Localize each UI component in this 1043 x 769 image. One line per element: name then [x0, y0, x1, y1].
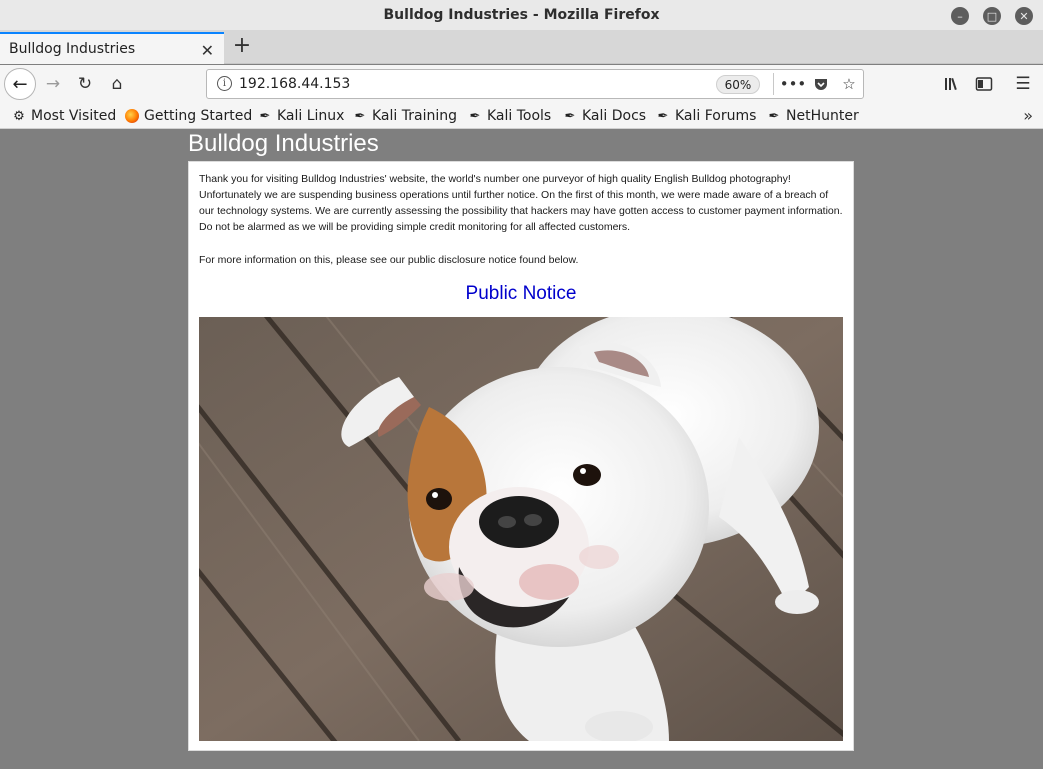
- url-bar[interactable]: i 192.168.44.153 60% ••• ☆: [206, 69, 864, 99]
- disclosure-paragraph: For more information on this, please see…: [199, 254, 579, 266]
- close-icon[interactable]: ✕: [1015, 7, 1033, 25]
- bulldog-photo: [199, 317, 843, 741]
- library-icon[interactable]: [941, 73, 963, 95]
- web-page: Bulldog Industries Thank you for visitin…: [0, 130, 1043, 769]
- kali-dragon-icon: ✒: [259, 108, 271, 124]
- site-title: Bulldog Industries: [188, 130, 379, 157]
- bookmark-nethunter[interactable]: ✒ NetHunter: [767, 106, 859, 126]
- pocket-icon[interactable]: [810, 73, 832, 95]
- bookmark-kali-linux[interactable]: ✒ Kali Linux: [258, 106, 345, 126]
- url-bar-separator: [773, 73, 774, 95]
- bookmark-kali-training[interactable]: ✒ Kali Training: [353, 106, 457, 126]
- new-tab-plus-icon[interactable]: +: [231, 35, 253, 57]
- bookmark-getting-started[interactable]: Getting Started: [125, 106, 252, 126]
- bookmark-label: Kali Training: [372, 108, 457, 124]
- back-arrow-icon[interactable]: ←: [4, 68, 36, 100]
- url-text[interactable]: 192.168.44.153: [239, 76, 350, 92]
- window-title: Bulldog Industries - Mozilla Firefox: [383, 7, 660, 23]
- kali-dragon-icon: ✒: [768, 108, 780, 124]
- home-icon[interactable]: ⌂: [106, 73, 128, 95]
- public-notice-link[interactable]: Public Notice: [189, 283, 853, 305]
- site-info-icon[interactable]: i: [217, 76, 232, 91]
- tab-label: Bulldog Industries: [9, 41, 136, 57]
- maximize-icon[interactable]: □: [983, 7, 1001, 25]
- firefox-icon: [125, 109, 139, 123]
- bookmark-label: Kali Docs: [582, 108, 647, 124]
- bookmark-label: Getting Started: [144, 108, 253, 124]
- bookmark-kali-tools[interactable]: ✒ Kali Tools: [468, 106, 552, 126]
- minimize-icon[interactable]: –: [951, 7, 969, 25]
- hamburger-menu-icon[interactable]: ☰: [1012, 73, 1034, 95]
- bookmarks-overflow-chevron-icon[interactable]: »: [1023, 106, 1033, 125]
- tab-close-icon[interactable]: ✕: [201, 41, 214, 60]
- kali-dragon-icon: ✒: [657, 108, 669, 124]
- bookmark-label: Most Visited: [31, 108, 117, 124]
- page-actions-menu-icon[interactable]: •••: [780, 73, 807, 95]
- forward-arrow-icon[interactable]: →: [42, 73, 64, 95]
- content-card: Thank you for visiting Bulldog Industrie…: [188, 161, 854, 751]
- zoom-level-badge[interactable]: 60%: [716, 75, 760, 94]
- bookmark-kali-forums[interactable]: ✒ Kali Forums: [656, 106, 757, 126]
- kali-dragon-icon: ✒: [564, 108, 576, 124]
- tab-bulldog-industries[interactable]: Bulldog Industries ✕: [0, 32, 224, 64]
- bookmark-label: Kali Linux: [277, 108, 345, 124]
- bookmark-kali-docs[interactable]: ✒ Kali Docs: [563, 106, 647, 126]
- intro-paragraph: Thank you for visiting Bulldog Industrie…: [199, 173, 843, 233]
- window-titlebar: Bulldog Industries - Mozilla Firefox – □…: [0, 0, 1043, 30]
- bookmarks-toolbar: ⚙ Most Visited Getting Started ✒ Kali Li…: [0, 103, 1043, 129]
- window-controls: – □ ✕: [951, 7, 1033, 25]
- bookmark-most-visited[interactable]: ⚙ Most Visited: [12, 106, 116, 126]
- tab-strip: Bulldog Industries ✕ +: [0, 30, 1043, 64]
- gear-icon: ⚙: [13, 108, 25, 124]
- navigation-toolbar: ← → ↻ ⌂ i 192.168.44.153 60% ••• ☆ ☰: [0, 65, 1043, 103]
- bookmark-star-icon[interactable]: ☆: [838, 73, 860, 95]
- bookmark-label: NetHunter: [786, 108, 859, 124]
- bookmark-label: Kali Tools: [487, 108, 552, 124]
- kali-dragon-icon: ✒: [469, 108, 481, 124]
- bookmark-label: Kali Forums: [675, 108, 757, 124]
- kali-dragon-icon: ✒: [354, 108, 366, 124]
- sidebar-toggle-icon[interactable]: [973, 73, 995, 95]
- reload-icon[interactable]: ↻: [74, 73, 96, 95]
